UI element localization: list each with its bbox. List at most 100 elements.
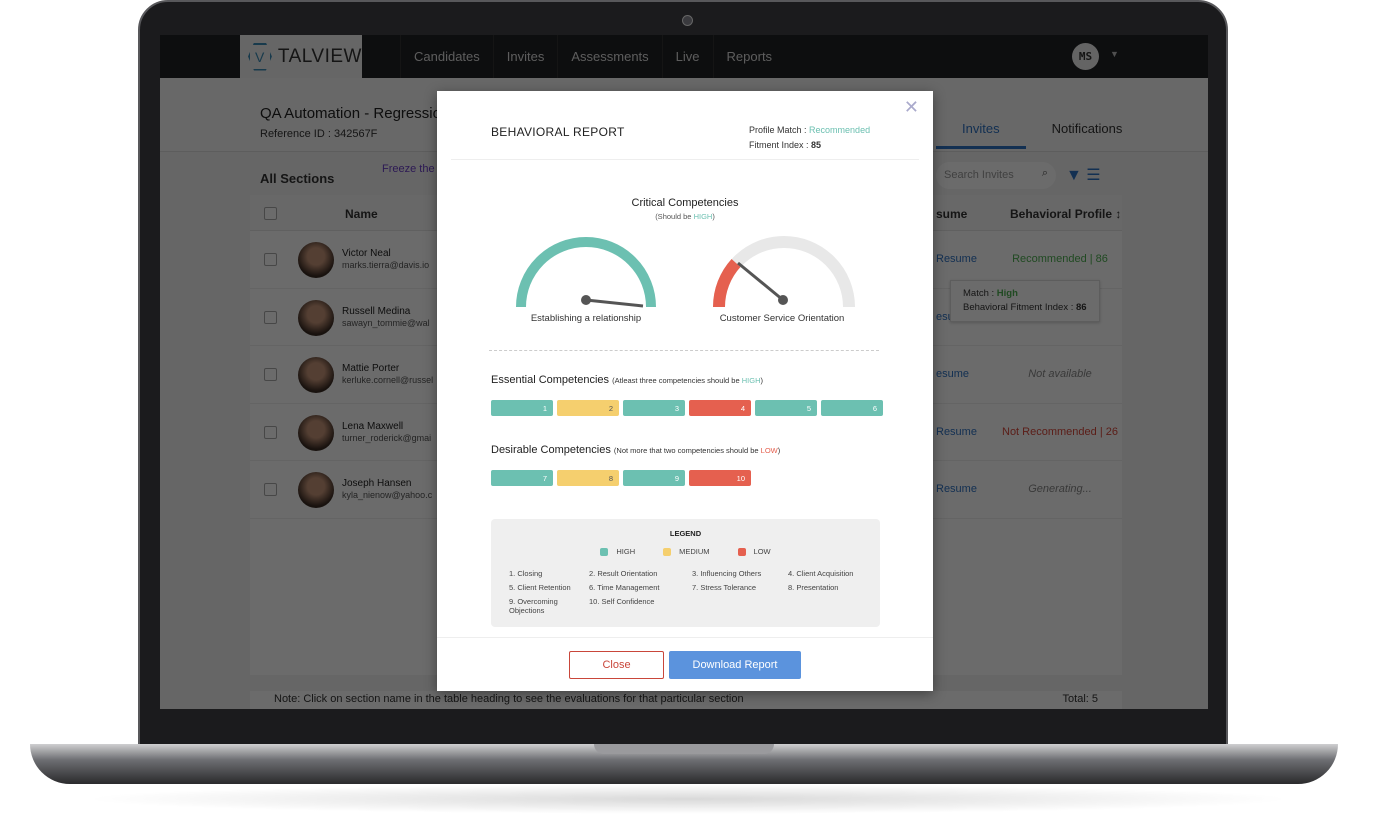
tooltip-match-label: Match : — [963, 288, 997, 299]
freeze-link[interactable]: Freeze the — [382, 163, 435, 175]
desirable-title: Desirable Competencies (Not more that tw… — [491, 444, 780, 456]
gauge-needle — [585, 298, 644, 308]
modal-title: BEHAVIORAL REPORT — [491, 125, 625, 139]
nav-reports[interactable]: Reports — [712, 35, 786, 78]
gauge-label: Establishing a relationship — [530, 313, 642, 324]
user-avatar[interactable]: MS — [1072, 43, 1099, 70]
behavioral-profile[interactable]: Recommended | 86 — [990, 253, 1130, 265]
candidate-name[interactable]: Lena Maxwell — [342, 421, 403, 432]
legend: LEGEND HIGH MEDIUM LOW 1. Closing 2. Result… — [491, 519, 880, 627]
filter-tools: ▼ ☰ — [1066, 165, 1101, 185]
filter-icon[interactable]: ▼ — [1066, 167, 1082, 184]
col-behavioral-profile[interactable]: Behavioral Profile ↕ — [1010, 207, 1121, 221]
laptop-shadow — [80, 784, 1296, 814]
row-checkbox[interactable] — [264, 253, 277, 266]
resume-link[interactable]: Resume — [936, 483, 977, 495]
select-all-checkbox[interactable] — [264, 207, 277, 220]
legend-key: MEDIUM — [663, 547, 710, 557]
fitment-value: 85 — [811, 140, 822, 150]
legend-item: 7. Stress Tolerance — [692, 583, 757, 592]
legend-key-label: MEDIUM — [679, 547, 710, 556]
nav-menu: Candidates Invites Assessments Live Reports — [400, 35, 785, 78]
desirable-bars: 7 8 9 10 — [491, 470, 751, 486]
legend-item: 10. Self Confidence — [589, 597, 655, 606]
close-button[interactable]: Close — [569, 651, 664, 679]
resume-link[interactable]: Resume — [936, 426, 977, 438]
tab-notifications[interactable]: Notifications — [1026, 121, 1149, 149]
row-checkbox[interactable] — [264, 310, 277, 324]
gauge-arc-low — [713, 258, 741, 308]
search-input[interactable]: Search Invites ⌕ — [936, 162, 1056, 189]
legend-key: HIGH — [600, 547, 635, 557]
profile-match-value: Recommended — [809, 125, 871, 135]
sliders-icon[interactable]: ☰ — [1086, 167, 1100, 184]
fitment-label: Fitment Index : — [749, 140, 809, 150]
row-checkbox[interactable] — [264, 368, 277, 381]
logo[interactable]: V TALVIEW — [240, 35, 362, 78]
candidate-name[interactable]: Mattie Porter — [342, 363, 399, 374]
behavioral-profile: Generating... — [1028, 483, 1092, 495]
candidate-email: sawayn_tommie@wal — [342, 317, 430, 328]
critical-title: Critical Competencies — [631, 197, 739, 209]
legend-swatch — [600, 548, 609, 557]
legend-items: 1. Closing 2. Result Orientation 3. Influe… — [509, 569, 878, 615]
behavioral-profile[interactable]: Not Recommended | 26 — [990, 426, 1130, 438]
legend-swatch — [663, 548, 672, 557]
nav-assessments[interactable]: Assessments — [557, 35, 661, 78]
resume-link[interactable]: Resume — [936, 253, 977, 265]
all-sections[interactable]: All Sections — [260, 171, 334, 186]
competency-bar: 1 — [491, 400, 553, 416]
critical-hint: (Should be — [655, 212, 694, 221]
tooltip: Match : High Behavioral Fitment Index : 8… — [950, 280, 1100, 322]
candidate-name[interactable]: Russell Medina — [342, 306, 410, 317]
gauge-needle — [737, 261, 784, 302]
dashed-divider — [489, 350, 879, 351]
nav-candidates[interactable]: Candidates — [400, 35, 493, 78]
nav-live[interactable]: Live — [661, 35, 713, 78]
col-name[interactable]: Name — [345, 207, 378, 221]
legend-title: LEGEND — [669, 529, 702, 538]
nav-invites[interactable]: Invites — [492, 35, 558, 78]
chevron-down-icon[interactable]: ▼ — [1110, 49, 1119, 59]
row-checkbox[interactable] — [264, 425, 277, 439]
search-placeholder: Search Invites — [944, 169, 1014, 181]
resume-link[interactable]: esume — [936, 368, 969, 380]
legend-item: 4. Client Acquisition — [788, 569, 854, 578]
candidate-name[interactable]: Joseph Hansen — [342, 478, 412, 489]
row-checkbox[interactable] — [264, 483, 277, 496]
gauge-customer-service — [713, 236, 855, 308]
competency-bar: 5 — [755, 400, 817, 416]
total-count: Total: 5 — [1062, 693, 1098, 705]
competency-bar: 10 — [689, 470, 751, 486]
gauge-hub — [778, 295, 788, 305]
desirable-hint-end: ) — [777, 446, 781, 455]
tooltip-index-value: 86 — [1076, 302, 1087, 313]
download-report-button[interactable]: Download Report — [669, 651, 801, 679]
essential-hint-value: HIGH — [741, 376, 761, 385]
behavioral-report-modal: BEHAVIORAL REPORT ✕ Profile Match : Reco… — [437, 91, 933, 691]
competency-bar: 4 — [689, 400, 751, 416]
search-icon[interactable]: ⌕ — [1042, 167, 1048, 180]
gauge-label: Customer Service Orientation — [719, 313, 845, 324]
col-resume: sume — [936, 207, 968, 221]
close-icon[interactable]: ✕ — [904, 97, 919, 118]
competency-bar: 2 — [557, 400, 619, 416]
avatar — [298, 414, 334, 451]
tab-invites[interactable]: Invites — [936, 121, 1026, 149]
behavioral-profile: Not available — [1028, 368, 1092, 380]
modal-footer-divider — [437, 637, 933, 638]
legend-item: 1. Closing — [509, 569, 543, 578]
page-title: QA Automation - Regression_ — [260, 105, 458, 122]
critical-competencies: Critical Competencies (Should be HIGH) — [437, 197, 933, 221]
critical-hint-value: HIGH — [693, 212, 713, 221]
avatar — [298, 242, 334, 278]
tabs: Invites Notifications — [936, 121, 1148, 149]
legend-key: LOW — [737, 547, 771, 557]
candidate-name[interactable]: Victor Neal — [342, 248, 391, 259]
gauge-hub — [581, 295, 591, 305]
profile-meta: Profile Match : Recommended Fitment Inde… — [749, 123, 870, 153]
essential-title-text: Essential Competencies — [491, 374, 610, 386]
competency-bar: 8 — [557, 470, 619, 486]
profile-match-label: Profile Match : — [749, 125, 807, 135]
tooltip-match-value: High — [996, 288, 1018, 299]
